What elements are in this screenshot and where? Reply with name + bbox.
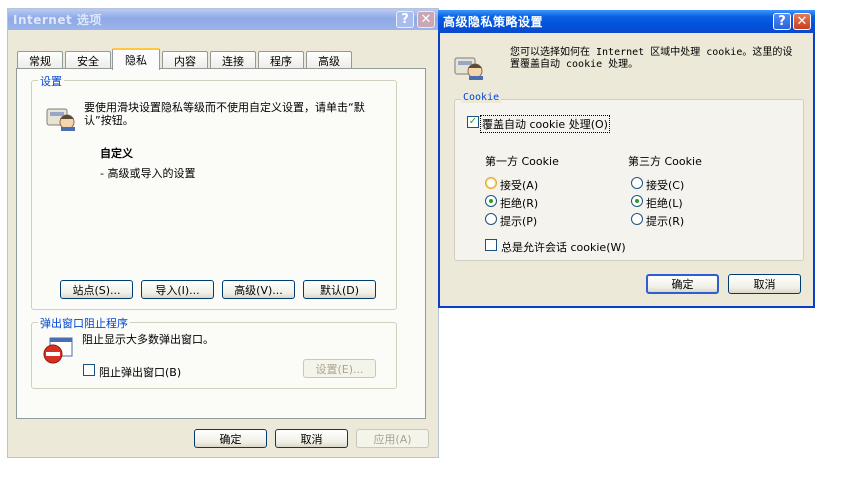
close-button[interactable]: ✕	[793, 13, 811, 30]
block-popups-label[interactable]: 阻止弹出窗口(B)	[99, 364, 181, 380]
advanced-button[interactable]: 高级(V)...	[222, 280, 295, 299]
popup-blocker-group: 弹出窗口阻止程序 阻止显示大多数弹出窗口。 阻止弹出窗口(B) 设置(E)...	[31, 315, 397, 389]
privacy-level-description: - 高级或导入的设置	[100, 167, 196, 180]
popup-blocker-label: 弹出窗口阻止程序	[38, 315, 130, 331]
tab-advanced[interactable]: 高级	[306, 51, 352, 69]
tab-connections[interactable]: 连接	[210, 51, 256, 69]
help-button[interactable]: ?	[773, 13, 791, 30]
question-icon: ?	[401, 12, 409, 27]
always-allow-session-cookie-checkbox[interactable]	[485, 239, 497, 251]
third-party-cookie-heading: 第三方 Cookie	[628, 155, 702, 168]
question-icon: ?	[778, 14, 786, 29]
override-auto-cookie-label[interactable]: 覆盖自动 cookie 处理(O)	[480, 115, 610, 133]
first-party-accept-radio[interactable]	[485, 177, 497, 189]
privacy-level-title: 自定义	[100, 147, 133, 160]
internet-options-titlebar[interactable]: Internet 选项 ? ✕	[8, 9, 438, 30]
import-button[interactable]: 导入(I)...	[141, 280, 214, 299]
apply-button[interactable]: 应用(A)	[356, 429, 429, 448]
privacy-settings-icon	[46, 108, 75, 131]
always-allow-session-cookie-label[interactable]: 总是允许会话 cookie(W)	[501, 239, 626, 255]
dialog-title: 高级隐私策略设置	[443, 15, 544, 29]
third-party-deny-radio[interactable]	[631, 195, 643, 207]
dialog-intro-text: 您可以选择如何在 Internet 区域中处理 cookie。这里的设置覆盖自动…	[510, 47, 793, 70]
internet-options-window: Internet 选项 ? ✕ 常规 安全 隐私 内容 连接 程序 高级 设置 …	[7, 8, 439, 458]
first-party-accept-label[interactable]: 接受(A)	[500, 177, 538, 193]
tab-content[interactable]: 内容	[162, 51, 208, 69]
override-auto-cookie-checkbox[interactable]: ✓	[467, 116, 479, 128]
sites-button[interactable]: 站点(S)...	[60, 280, 133, 299]
third-party-prompt-radio[interactable]	[631, 213, 643, 225]
cookie-group-label: Cookie	[461, 92, 502, 103]
cancel-button[interactable]: 取消	[728, 274, 801, 294]
third-party-deny-label[interactable]: 拒绝(L)	[646, 195, 683, 211]
settings-group-label: 设置	[38, 73, 64, 89]
cancel-button[interactable]: 取消	[275, 429, 348, 448]
advanced-privacy-titlebar[interactable]: 高级隐私策略设置 ? ✕	[438, 10, 815, 33]
third-party-accept-label[interactable]: 接受(C)	[646, 177, 684, 193]
privacy-settings-icon	[454, 57, 483, 80]
close-icon: ✕	[420, 12, 432, 27]
ok-button[interactable]: 确定	[194, 429, 267, 448]
first-party-cookie-heading: 第一方 Cookie	[485, 155, 559, 168]
ok-button[interactable]: 确定	[646, 274, 719, 294]
settings-group: 设置 要使用滑块设置隐私等级而不使用自定义设置，请单击“默认”按钮。 自定义 -…	[31, 73, 397, 310]
popup-blocker-icon	[43, 337, 73, 364]
privacy-tab-panel: 设置 要使用滑块设置隐私等级而不使用自定义设置，请单击“默认”按钮。 自定义 -…	[16, 68, 426, 419]
close-button[interactable]: ✕	[417, 11, 435, 28]
close-icon: ✕	[796, 14, 808, 29]
cookie-group: Cookie ✓ 覆盖自动 cookie 处理(O) 第一方 Cookie 第三…	[454, 92, 804, 261]
settings-description: 要使用滑块设置隐私等级而不使用自定义设置，请单击“默认”按钮。	[84, 101, 365, 127]
third-party-accept-radio[interactable]	[631, 177, 643, 189]
help-button[interactable]: ?	[396, 11, 414, 28]
popup-description: 阻止显示大多数弹出窗口。	[82, 333, 214, 346]
window-title: Internet 选项	[13, 13, 102, 27]
tab-privacy[interactable]: 隐私	[112, 48, 160, 70]
tab-programs[interactable]: 程序	[258, 51, 304, 69]
block-popups-checkbox[interactable]	[83, 364, 95, 376]
default-button[interactable]: 默认(D)	[303, 280, 376, 299]
third-party-prompt-label[interactable]: 提示(R)	[646, 213, 684, 229]
first-party-deny-label[interactable]: 拒绝(R)	[500, 195, 538, 211]
first-party-deny-radio[interactable]	[485, 195, 497, 207]
first-party-prompt-radio[interactable]	[485, 213, 497, 225]
popup-settings-button[interactable]: 设置(E)...	[303, 359, 376, 378]
first-party-prompt-label[interactable]: 提示(P)	[500, 213, 537, 229]
advanced-privacy-settings-window: 高级隐私策略设置 ? ✕ 您可以选择如何在 Internet 区域中处理 coo…	[438, 10, 815, 308]
tab-security[interactable]: 安全	[65, 51, 111, 69]
tab-general[interactable]: 常规	[17, 51, 63, 69]
